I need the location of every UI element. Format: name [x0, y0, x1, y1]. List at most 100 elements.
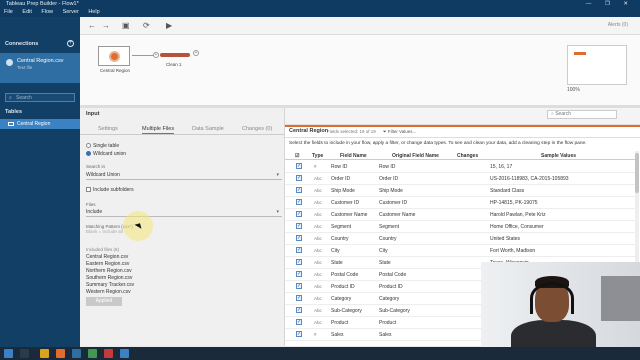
row-checkbox[interactable]: ✓ — [296, 307, 302, 313]
radio-single-table[interactable]: Single table — [86, 143, 119, 149]
tab-multiple-files[interactable]: Multiple Files — [142, 126, 175, 134]
field-name[interactable]: Segment — [331, 224, 351, 230]
table-search[interactable]: ⌕ — [5, 93, 75, 102]
row-checkbox[interactable]: ✓ — [296, 211, 302, 217]
input-node[interactable] — [98, 46, 130, 66]
folder-icon[interactable] — [40, 349, 49, 358]
forward-icon[interactable]: → — [102, 21, 110, 30]
type-icon[interactable]: Abc — [314, 212, 322, 217]
search-in-dropdown[interactable]: Wildcard Union ▾ — [86, 171, 282, 180]
type-icon[interactable]: Abc — [314, 200, 322, 205]
tab-changes[interactable]: Changes (0) — [242, 126, 272, 132]
field-name[interactable]: State — [331, 260, 343, 266]
row-checkbox[interactable]: ✓ — [296, 319, 302, 325]
scrollbar-thumb[interactable] — [635, 153, 639, 193]
field-name[interactable]: Customer Name — [331, 212, 367, 218]
flow-minimap[interactable] — [567, 45, 627, 85]
table-row[interactable]: ✓ # Row ID Row ID 15, 16, 17 — [285, 161, 635, 173]
run-flow-icon[interactable]: ▶ — [166, 21, 172, 30]
col-sample-values[interactable]: Sample Values — [541, 153, 576, 159]
apply-button[interactable]: Applied — [86, 297, 122, 306]
table-search-input[interactable] — [16, 94, 74, 101]
row-checkbox[interactable]: ✓ — [296, 199, 302, 205]
row-checkbox[interactable]: ✓ — [296, 271, 302, 277]
field-name[interactable]: Order ID — [331, 176, 350, 182]
type-icon[interactable]: Abc — [314, 176, 322, 181]
app-icon[interactable] — [88, 349, 97, 358]
type-icon[interactable]: Abc — [314, 284, 322, 289]
table-row[interactable]: ✓ Abc City City Fort Worth, Madison — [285, 245, 635, 257]
fields-search[interactable]: ⌕ — [547, 110, 617, 119]
add-step-icon[interactable]: + — [153, 52, 159, 58]
col-original-field-name[interactable]: Original Field Name — [392, 153, 439, 159]
menu-file[interactable]: File — [4, 9, 13, 15]
type-icon[interactable]: # — [314, 164, 317, 169]
type-icon[interactable]: Abc — [314, 236, 322, 241]
search-taskbar-icon[interactable] — [20, 349, 29, 358]
type-icon[interactable]: Abc — [314, 308, 322, 313]
app-icon[interactable] — [56, 349, 65, 358]
tableau-icon[interactable] — [120, 349, 129, 358]
table-row[interactable]: ✓ Abc Customer ID Customer ID HP-14815, PK-1… — [285, 197, 635, 209]
type-icon[interactable]: Abc — [314, 296, 322, 301]
zoom-level[interactable]: 100% — [567, 87, 580, 93]
clean-step-node[interactable] — [160, 53, 190, 57]
menu-server[interactable]: Server — [63, 9, 79, 15]
table-row[interactable]: ✓ Abc Customer Name Customer Name Harold Paw… — [285, 209, 635, 221]
type-icon[interactable]: Abc — [314, 188, 322, 193]
tab-data-sample[interactable]: Data Sample — [192, 126, 224, 132]
table-item-central-region[interactable]: Central Region — [0, 119, 80, 129]
menu-help[interactable]: Help — [88, 9, 99, 15]
table-row[interactable]: ✓ Abc Order ID Order ID US-2016-118983, CA-2… — [285, 173, 635, 185]
field-name[interactable]: Sub-Category — [331, 308, 362, 314]
refresh-icon[interactable]: ⟳ — [143, 21, 150, 30]
type-icon[interactable]: Abc — [314, 260, 322, 265]
field-name[interactable]: Postal Code — [331, 272, 358, 278]
row-checkbox[interactable]: ✓ — [296, 331, 302, 337]
tab-settings[interactable]: Settings — [98, 126, 118, 132]
row-checkbox[interactable]: ✓ — [296, 235, 302, 241]
files-dropdown[interactable]: Include ▾ — [86, 208, 282, 217]
radio-wildcard-union[interactable]: Wildcard union — [86, 151, 126, 157]
col-type[interactable]: Type — [312, 153, 323, 159]
menu-flow[interactable]: Flow — [41, 9, 53, 15]
row-checkbox[interactable]: ✓ — [296, 187, 302, 193]
start-icon[interactable] — [4, 349, 13, 358]
table-row[interactable]: ✓ Abc Segment Segment Home Office, Consumer — [285, 221, 635, 233]
save-icon[interactable]: ▣ — [122, 21, 130, 30]
menu-edit[interactable]: Edit — [22, 9, 31, 15]
filter-values-button[interactable]: ⏷ Filter Values... — [383, 129, 416, 134]
row-checkbox[interactable]: ✓ — [296, 259, 302, 265]
field-name[interactable]: Sales — [331, 332, 344, 338]
field-name[interactable]: Product — [331, 320, 348, 326]
field-name[interactable]: Category — [331, 296, 351, 302]
type-icon[interactable]: # — [314, 332, 317, 337]
col-changes[interactable]: Changes — [457, 153, 478, 159]
row-checkbox[interactable]: ✓ — [296, 163, 302, 169]
app-icon[interactable] — [72, 349, 81, 358]
field-name[interactable]: Ship Mode — [331, 188, 355, 194]
row-checkbox[interactable]: ✓ — [296, 295, 302, 301]
field-name[interactable]: Row ID — [331, 164, 347, 170]
flow-canvas[interactable]: Central Region + + Clean 1 100% — [80, 35, 640, 105]
include-subfolders-checkbox[interactable]: Include subfolders — [86, 187, 134, 193]
window-controls[interactable]: — ❐ ✕ — [586, 0, 634, 8]
row-checkbox[interactable]: ✓ — [296, 223, 302, 229]
type-icon[interactable]: Abc — [314, 248, 322, 253]
app-icon[interactable] — [104, 349, 113, 358]
field-name[interactable]: City — [331, 248, 340, 254]
row-checkbox[interactable]: ✓ — [296, 175, 302, 181]
table-row[interactable]: ✓ Abc Country Country United States — [285, 233, 635, 245]
type-icon[interactable]: Abc — [314, 320, 322, 325]
alerts-indicator[interactable]: Alerts (0) — [608, 22, 628, 28]
select-all-checkbox[interactable]: ☑ — [295, 153, 299, 159]
connection-item[interactable]: Central Region.csv Text file — [0, 53, 80, 83]
field-name[interactable]: Customer ID — [331, 200, 359, 206]
add-step-after-clean-icon[interactable]: + — [193, 50, 199, 56]
fields-search-input[interactable] — [555, 111, 606, 117]
row-checkbox[interactable]: ✓ — [296, 247, 302, 253]
field-name[interactable]: Country — [331, 236, 349, 242]
back-icon[interactable]: ← — [88, 21, 96, 30]
field-name[interactable]: Product ID — [331, 284, 355, 290]
type-icon[interactable]: Abc — [314, 224, 322, 229]
